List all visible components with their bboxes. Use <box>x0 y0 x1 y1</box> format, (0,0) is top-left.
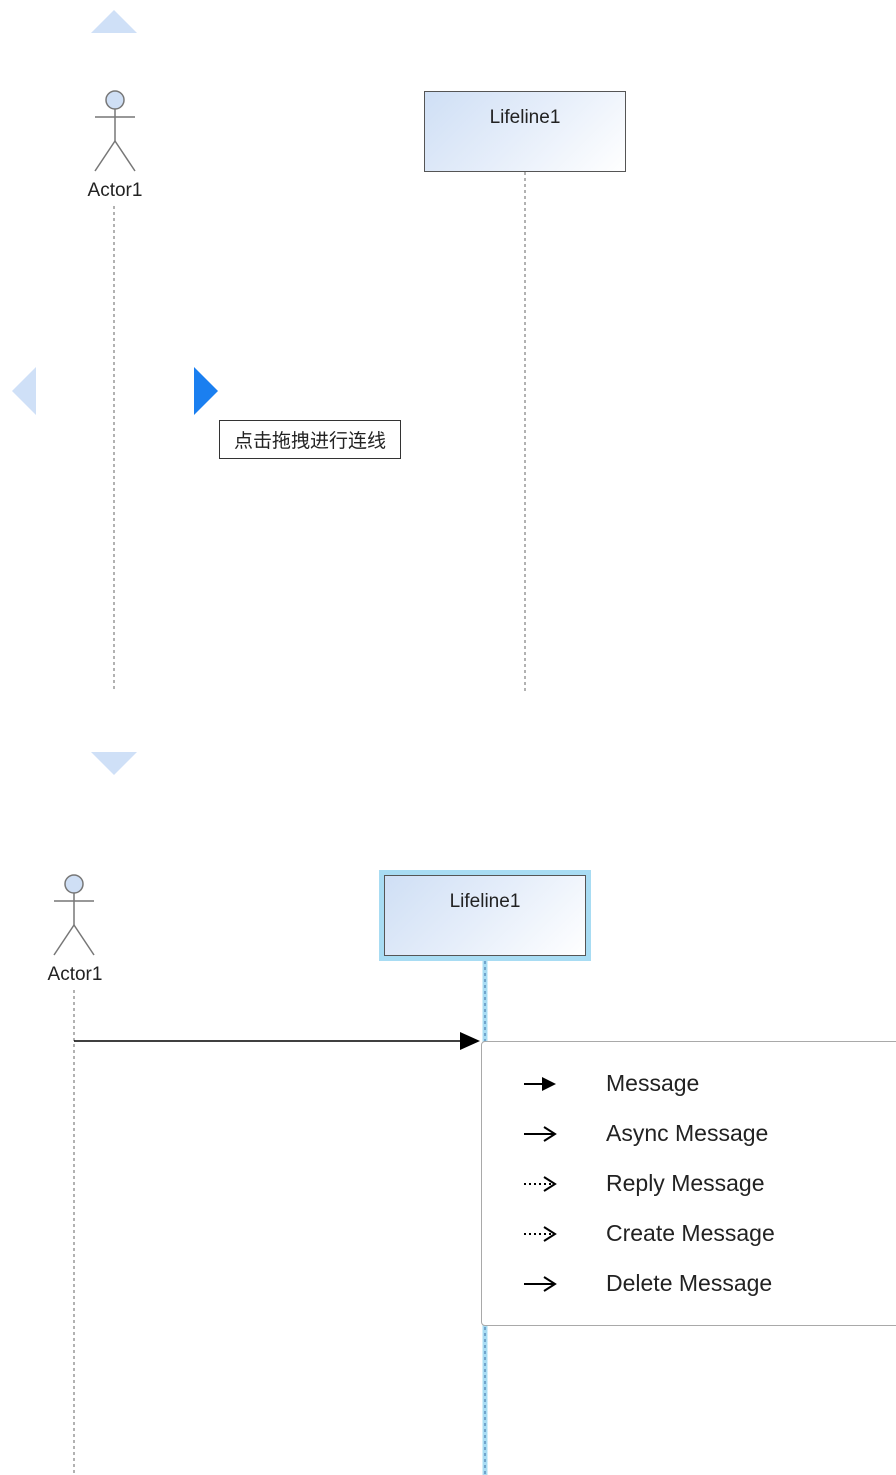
menu-item-label: Create Message <box>606 1220 775 1246</box>
lifeline-box-selected[interactable]: Lifeline1 <box>379 870 591 961</box>
menu-item-label: Reply Message <box>606 1170 765 1196</box>
menu-item-label: Delete Message <box>606 1270 773 1296</box>
menu-item-create-message[interactable]: Create Message <box>482 1214 896 1254</box>
actor-figure-icon[interactable] <box>94 90 136 172</box>
menu-item-label: Async Message <box>606 1120 769 1146</box>
arrow-open-solid-icon <box>524 1126 557 1142</box>
arrow-open-solid-icon <box>524 1276 557 1292</box>
menu-item-delete-message[interactable]: Delete Message <box>482 1264 896 1304</box>
handle-left-icon[interactable] <box>12 367 36 415</box>
message-arrowhead-icon <box>460 1032 480 1050</box>
menu-item-async-message[interactable]: Async Message <box>482 1114 896 1154</box>
arrow-open-dotted-icon <box>524 1226 557 1242</box>
connect-tooltip: 点击拖拽进行连线 <box>219 420 402 459</box>
menu-item-label: Message <box>606 1070 700 1096</box>
message-type-menu: Message Async Message Reply Message Crea… <box>481 1041 896 1326</box>
actor-label: Actor1 <box>87 180 143 201</box>
arrow-filled-solid-icon <box>524 1077 556 1091</box>
lifeline-label: Lifeline1 <box>489 107 561 128</box>
handle-down-icon[interactable] <box>91 752 137 775</box>
lifeline-box[interactable]: Lifeline1 <box>424 91 626 172</box>
menu-item-message[interactable]: Message <box>482 1064 896 1104</box>
handle-up-icon[interactable] <box>91 10 137 33</box>
actor-label: Actor1 <box>47 964 103 985</box>
actor-figure-icon[interactable] <box>53 874 95 956</box>
arrow-open-dotted-icon <box>524 1176 557 1192</box>
handle-right-active-icon[interactable] <box>194 367 218 415</box>
lifeline-label: Lifeline1 <box>449 891 521 912</box>
menu-item-reply-message[interactable]: Reply Message <box>482 1164 896 1204</box>
